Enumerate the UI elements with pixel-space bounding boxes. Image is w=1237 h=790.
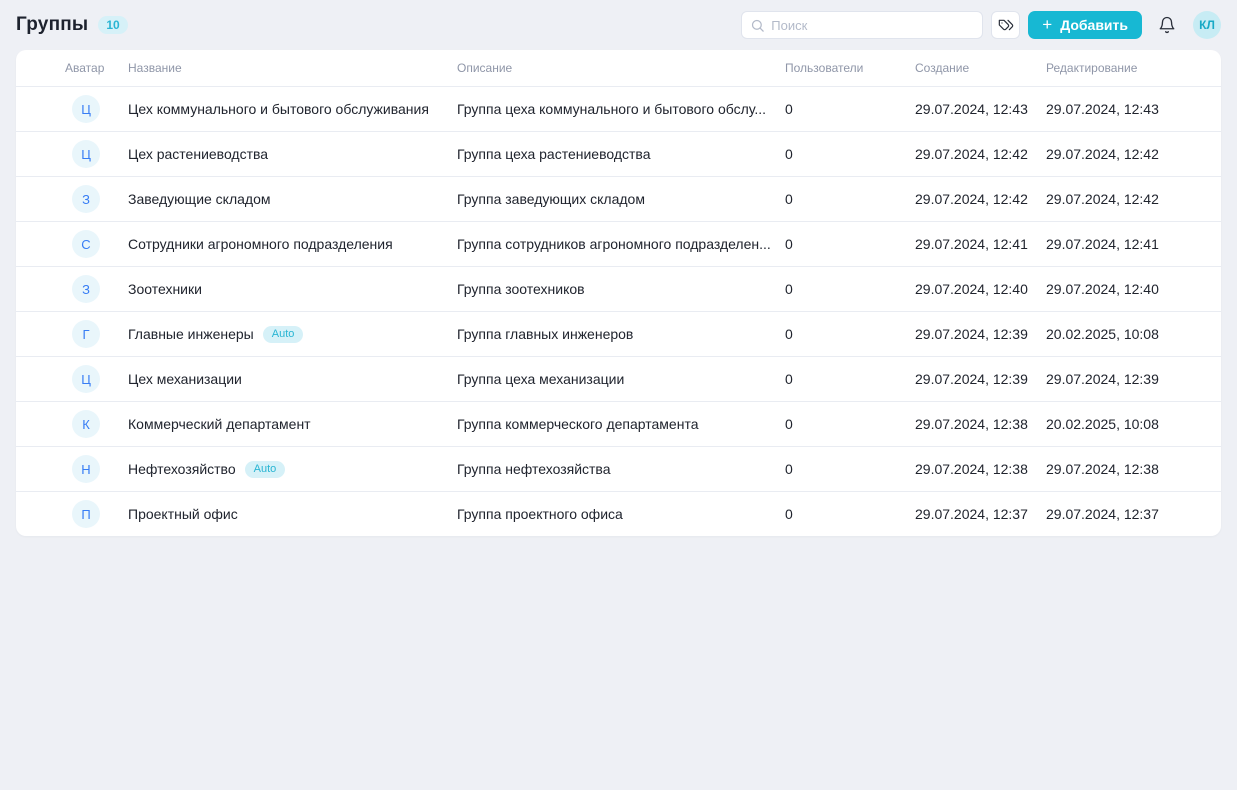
table-row[interactable]: Ц Цех растениеводства Группа цеха растен… (16, 131, 1221, 176)
page-title: Группы (16, 14, 88, 36)
column-header-edited: Редактирование (1046, 61, 1205, 75)
group-created: 29.07.2024, 12:39 (915, 326, 1046, 342)
group-name: Заведующие складом (128, 191, 271, 207)
table-row[interactable]: З Заведующие складом Группа заведующих с… (16, 176, 1221, 221)
title-wrap: Группы 10 (16, 14, 128, 36)
group-name: Цех коммунального и бытового обслуживани… (128, 101, 429, 117)
group-description: Группа проектного офиса (457, 506, 785, 522)
group-avatar: З (72, 185, 100, 213)
group-avatar: П (72, 500, 100, 528)
search-icon (750, 18, 765, 33)
column-header-description: Описание (457, 61, 785, 75)
group-edited: 29.07.2024, 12:42 (1046, 146, 1205, 162)
groups-count-badge: 10 (98, 16, 127, 34)
group-created: 29.07.2024, 12:38 (915, 416, 1046, 432)
plus-icon: + (1042, 16, 1052, 33)
group-description: Группа заведующих складом (457, 191, 785, 207)
group-edited: 29.07.2024, 12:39 (1046, 371, 1205, 387)
group-avatar: З (72, 275, 100, 303)
notifications-button[interactable] (1155, 13, 1179, 37)
group-name: Цех механизации (128, 371, 242, 387)
search-box[interactable] (741, 11, 983, 39)
table-row[interactable]: З Зоотехники Группа зоотехников 0 29.07.… (16, 266, 1221, 311)
group-avatar: Ц (72, 140, 100, 168)
group-users-count: 0 (785, 101, 915, 117)
tags-icon (998, 17, 1014, 33)
table-row[interactable]: К Коммерческий департамент Группа коммер… (16, 401, 1221, 446)
group-users-count: 0 (785, 236, 915, 252)
group-name: Зоотехники (128, 281, 202, 297)
group-users-count: 0 (785, 506, 915, 522)
group-created: 29.07.2024, 12:37 (915, 506, 1046, 522)
group-created: 29.07.2024, 12:43 (915, 101, 1046, 117)
group-created: 29.07.2024, 12:42 (915, 146, 1046, 162)
group-users-count: 0 (785, 461, 915, 477)
auto-badge: Auto (245, 461, 286, 478)
group-avatar: Г (72, 320, 100, 348)
group-avatar: С (72, 230, 100, 258)
topbar: Группы 10 + Добавить (0, 0, 1237, 50)
group-description: Группа цеха растениеводства (457, 146, 785, 162)
group-description: Группа цеха механизации (457, 371, 785, 387)
group-name: Сотрудники агрономного подразделения (128, 236, 393, 252)
group-users-count: 0 (785, 191, 915, 207)
group-description: Группа коммерческого департамента (457, 416, 785, 432)
group-name: Нефтехозяйство (128, 461, 236, 477)
group-avatar: К (72, 410, 100, 438)
column-header-avatar: Аватар (65, 61, 128, 75)
group-name: Главные инженеры (128, 326, 254, 342)
table-row[interactable]: С Сотрудники агрономного подразделения Г… (16, 221, 1221, 266)
group-users-count: 0 (785, 281, 915, 297)
group-avatar: Н (72, 455, 100, 483)
group-name: Цех растениеводства (128, 146, 268, 162)
group-created: 29.07.2024, 12:41 (915, 236, 1046, 252)
group-edited: 29.07.2024, 12:38 (1046, 461, 1205, 477)
table-body: Ц Цех коммунального и бытового обслужива… (16, 86, 1221, 536)
tags-button[interactable] (991, 11, 1020, 39)
group-edited: 29.07.2024, 12:42 (1046, 191, 1205, 207)
groups-table: Аватар Название Описание Пользователи Со… (16, 50, 1221, 536)
group-description: Группа нефтехозяйства (457, 461, 785, 477)
group-edited: 29.07.2024, 12:37 (1046, 506, 1205, 522)
toolbar-controls: + Добавить КЛ (741, 11, 1221, 39)
group-edited: 29.07.2024, 12:41 (1046, 236, 1205, 252)
table-row[interactable]: Ц Цех механизации Группа цеха механизаци… (16, 356, 1221, 401)
group-description: Группа зоотехников (457, 281, 785, 297)
group-name: Коммерческий департамент (128, 416, 311, 432)
column-header-users: Пользователи (785, 61, 915, 75)
group-users-count: 0 (785, 416, 915, 432)
table-row[interactable]: Н Нефтехозяйство Auto Группа нефтехозяйс… (16, 446, 1221, 491)
search-input[interactable] (771, 18, 974, 33)
group-description: Группа главных инженеров (457, 326, 785, 342)
group-edited: 20.02.2025, 10:08 (1046, 326, 1205, 342)
column-header-name: Название (128, 61, 457, 75)
group-edited: 29.07.2024, 12:43 (1046, 101, 1205, 117)
group-users-count: 0 (785, 371, 915, 387)
group-created: 29.07.2024, 12:42 (915, 191, 1046, 207)
table-row[interactable]: Г Главные инженеры Auto Группа главных и… (16, 311, 1221, 356)
group-edited: 20.02.2025, 10:08 (1046, 416, 1205, 432)
group-users-count: 0 (785, 146, 915, 162)
table-row[interactable]: Ц Цех коммунального и бытового обслужива… (16, 86, 1221, 131)
table-header-row: Аватар Название Описание Пользователи Со… (16, 50, 1221, 86)
auto-badge: Auto (263, 326, 304, 343)
group-avatar: Ц (72, 95, 100, 123)
group-created: 29.07.2024, 12:40 (915, 281, 1046, 297)
group-name: Проектный офис (128, 506, 238, 522)
group-description: Группа цеха коммунального и бытового обс… (457, 101, 785, 117)
group-description: Группа сотрудников агрономного подраздел… (457, 236, 785, 252)
add-button-label: Добавить (1060, 17, 1128, 33)
table-row[interactable]: П Проектный офис Группа проектного офиса… (16, 491, 1221, 536)
group-edited: 29.07.2024, 12:40 (1046, 281, 1205, 297)
bell-icon (1158, 16, 1176, 34)
group-created: 29.07.2024, 12:39 (915, 371, 1046, 387)
group-users-count: 0 (785, 326, 915, 342)
group-avatar: Ц (72, 365, 100, 393)
user-avatar[interactable]: КЛ (1193, 11, 1221, 39)
group-created: 29.07.2024, 12:38 (915, 461, 1046, 477)
column-header-created: Создание (915, 61, 1046, 75)
add-button[interactable]: + Добавить (1028, 11, 1142, 39)
